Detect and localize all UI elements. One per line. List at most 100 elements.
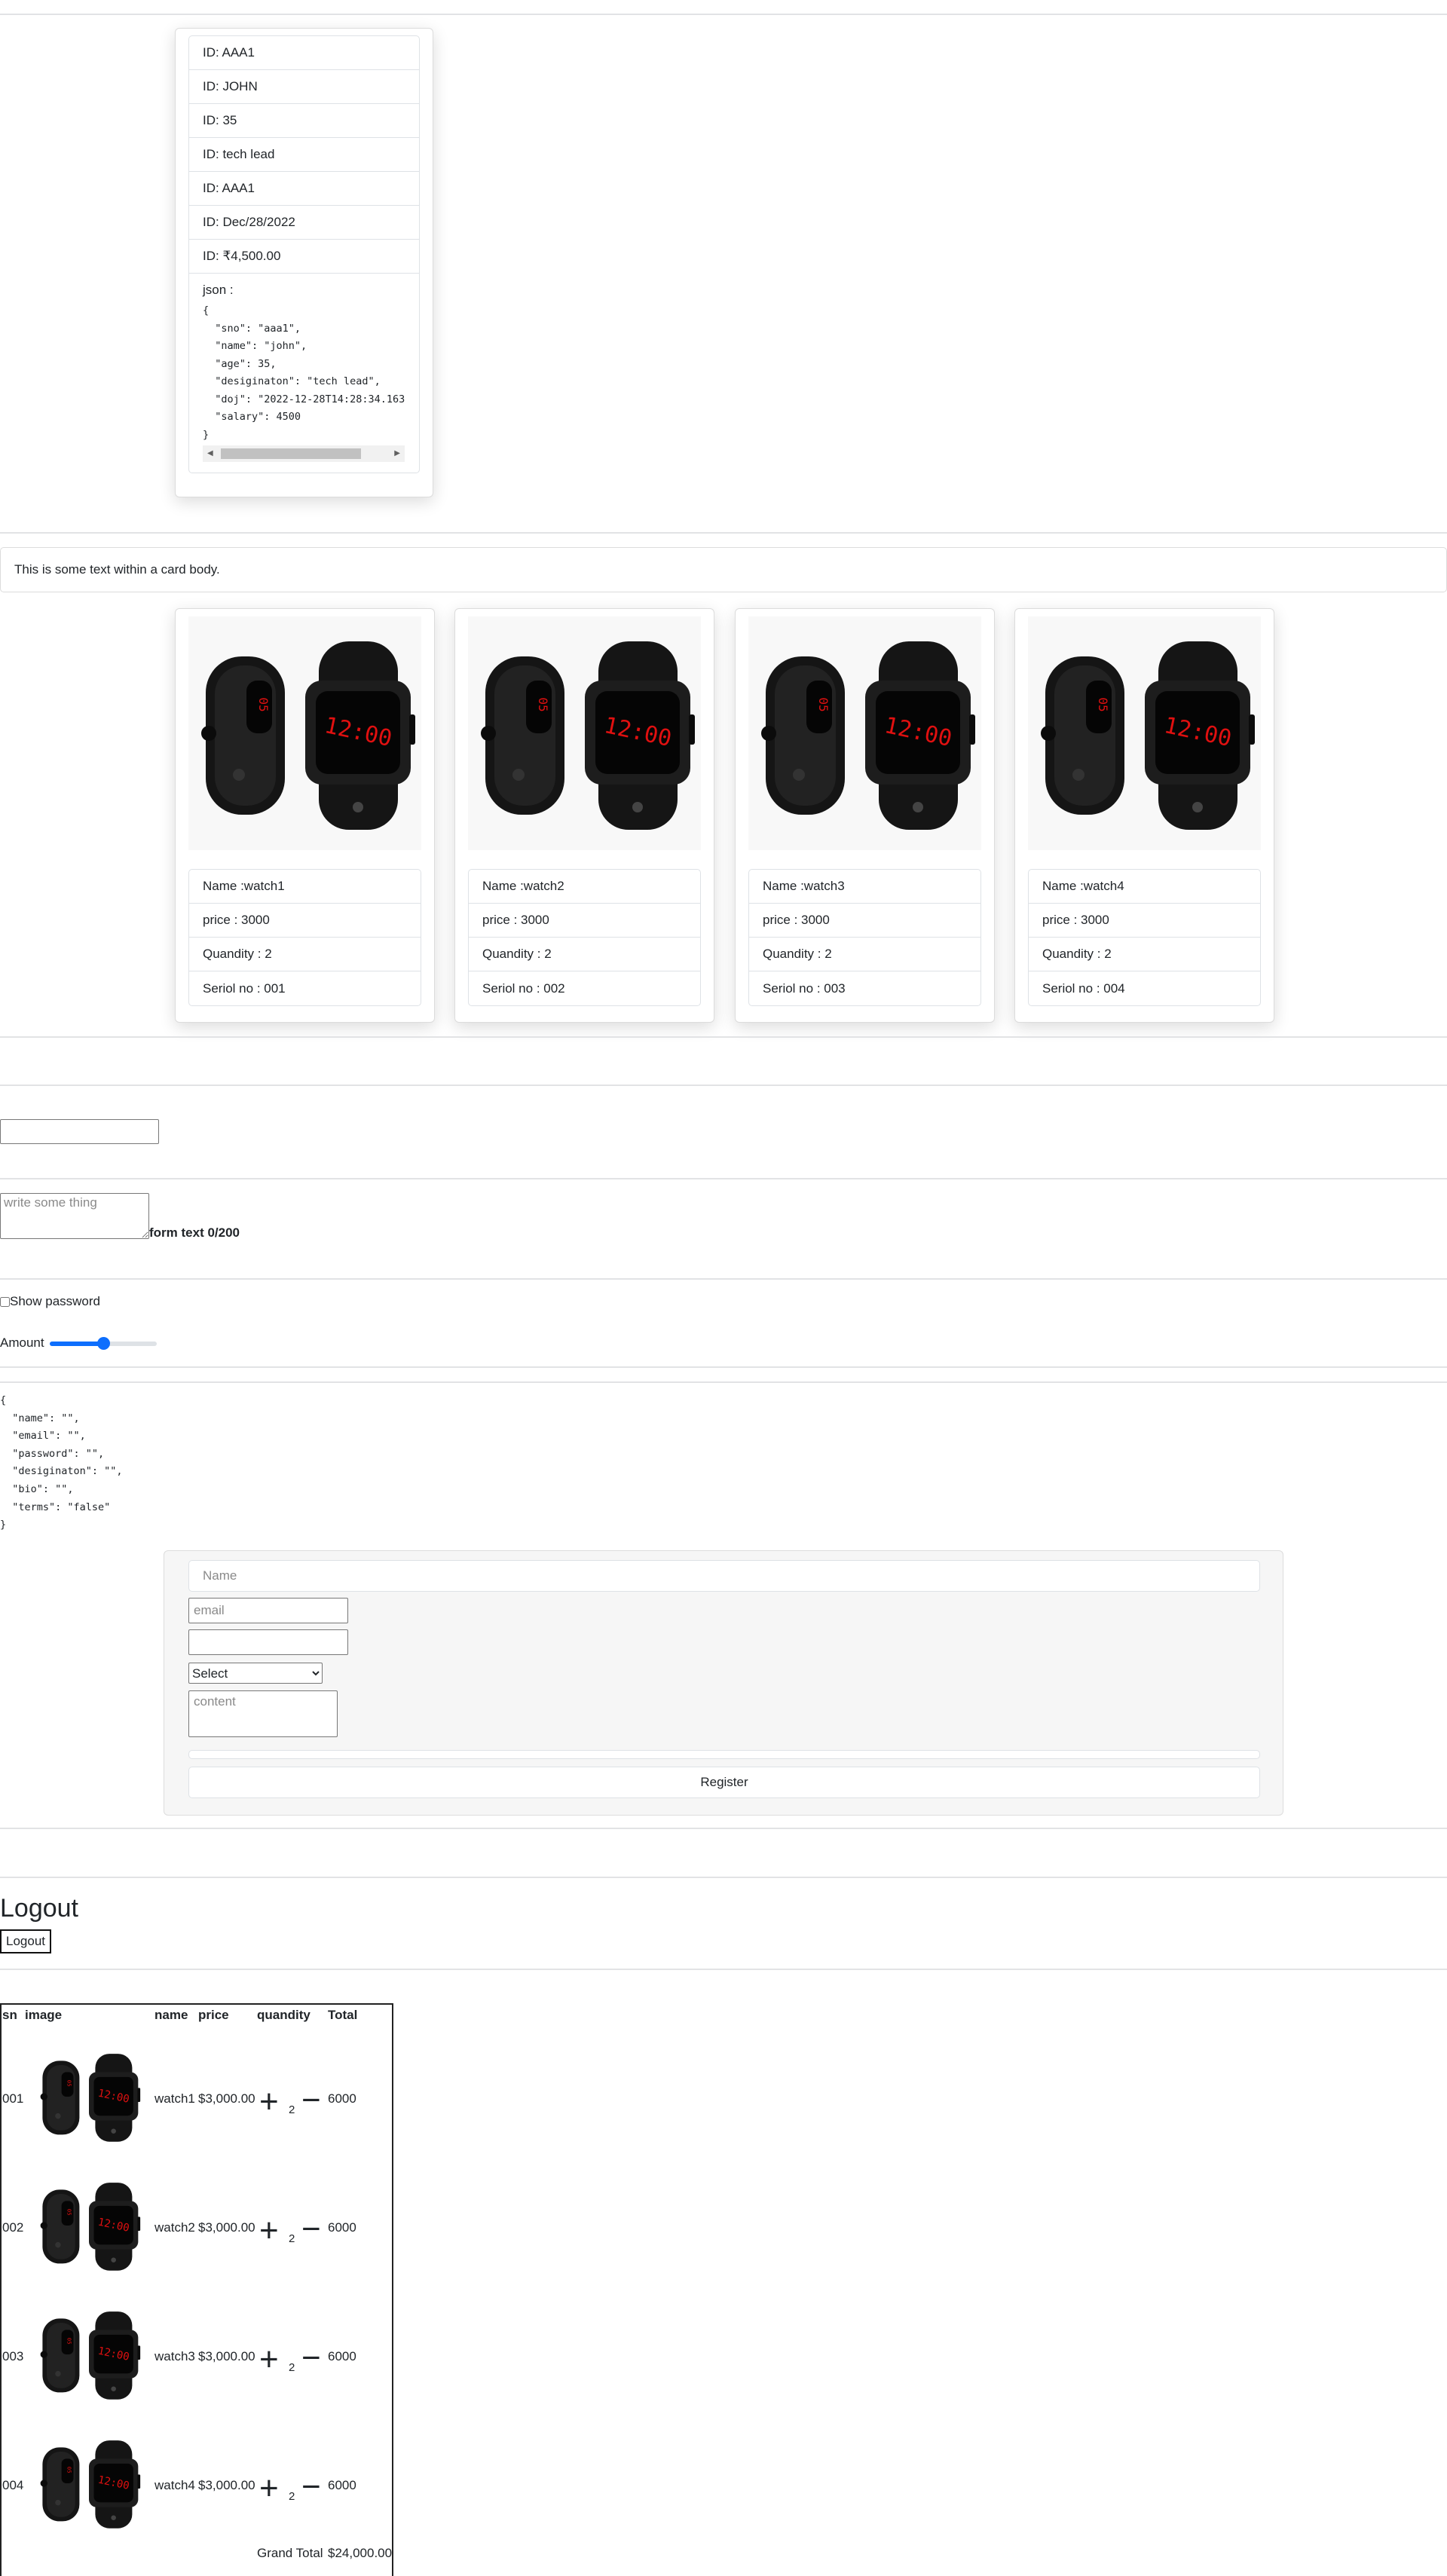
- cart-price: $3,000.00: [198, 2478, 255, 2492]
- product-name: Name :watch3: [749, 870, 980, 904]
- cart-name: watch2: [154, 2220, 195, 2235]
- cart-image: 05 12:00: [25, 2173, 153, 2282]
- divider: [0, 1278, 1447, 1280]
- show-password-checkbox[interactable]: [0, 1296, 10, 1307]
- employee-sno: ID: AAA1: [189, 36, 419, 70]
- header-price: price: [198, 2008, 229, 2022]
- product-details: Name :watch1 price : 3000 Quandity : 2 Seri…: [188, 869, 421, 1006]
- header-total: Total: [328, 2008, 358, 2022]
- svg-text:05: 05: [66, 2209, 73, 2216]
- amount-slider-fill: [50, 1342, 103, 1346]
- watch-image: 0512:00: [40, 2440, 141, 2529]
- name-input[interactable]: Name: [188, 1560, 1260, 1592]
- product-name: Name :watch2: [469, 870, 700, 904]
- product-image: 05 12:00: [748, 616, 981, 850]
- product-serial: Seriol no : 002: [482, 981, 565, 996]
- scroll-thumb[interactable]: [221, 448, 361, 459]
- header-quantity: quandity: [257, 2008, 311, 2022]
- svg-text:05: 05: [66, 2467, 73, 2474]
- product-quantity: Quandity : 2: [749, 938, 980, 971]
- watch-image: 0512:00: [760, 641, 975, 830]
- text-input[interactable]: [0, 1119, 159, 1144]
- password-input[interactable]: [188, 1629, 348, 1655]
- employee-doj: ID: Dec/28/2022: [189, 206, 419, 240]
- minus-icon[interactable]: −: [301, 2084, 321, 2117]
- horizontal-scrollbar[interactable]: ◀ ▶: [203, 445, 405, 462]
- form-text-counter: form text 0/200: [149, 1225, 240, 1240]
- plus-icon[interactable]: +: [259, 2472, 279, 2505]
- divider: [0, 1877, 1447, 1878]
- minus-icon[interactable]: −: [301, 2342, 321, 2375]
- watch-image: 0512:00: [40, 2054, 141, 2142]
- cart-image: 05 12:00: [25, 2044, 153, 2153]
- employee-salary: ID: ₹4,500.00: [189, 240, 419, 274]
- cart-total: 6000: [328, 2478, 356, 2492]
- product-name: Name :watch1: [189, 870, 421, 904]
- show-password-label: Show password: [10, 1294, 101, 1308]
- product-serial: Seriol no : 001: [203, 981, 286, 996]
- form-state-json: { "name": "", "email": "", "password": "…: [0, 1394, 123, 1531]
- divider: [0, 1828, 1447, 1829]
- grand-total-value: $24,000.00: [328, 2546, 393, 2560]
- divider: [0, 532, 1447, 534]
- product-card: 05 12:00 Name :watch1 price : 3000 Quandity …: [175, 608, 435, 1023]
- designation-select[interactable]: Select: [188, 1663, 323, 1684]
- minus-icon[interactable]: −: [301, 2213, 321, 2246]
- watch-image: 0512:00: [480, 641, 695, 830]
- divider: [0, 1178, 1447, 1179]
- register-button[interactable]: Register: [188, 1767, 1260, 1798]
- comment-textarea[interactable]: [0, 1193, 149, 1239]
- terms-bar[interactable]: [188, 1750, 1260, 1759]
- email-input[interactable]: email: [188, 1598, 348, 1623]
- svg-text:05: 05: [1096, 697, 1110, 711]
- cart-total: 6000: [328, 2091, 356, 2106]
- cart-price: $3,000.00: [198, 2349, 255, 2363]
- divider: [0, 1381, 1447, 1383]
- plus-icon[interactable]: +: [259, 2214, 279, 2247]
- product-serial: Seriol no : 003: [763, 981, 846, 996]
- text-card: This is some text within a card body.: [0, 547, 1447, 592]
- watch-image: 0512:00: [40, 2183, 141, 2271]
- cart-name: watch3: [154, 2349, 195, 2363]
- cart-quantity: 2: [289, 2232, 295, 2245]
- scroll-right-icon[interactable]: ▶: [394, 448, 400, 459]
- cart-image: 05 12:00: [25, 2431, 153, 2540]
- register-form: Name email Select content Register: [164, 1550, 1283, 1816]
- json-label: json :: [203, 283, 234, 297]
- employee-card: ID: AAA1 ID: JOHN ID: 35 ID: tech lead I…: [175, 28, 433, 497]
- divider: [0, 1085, 1447, 1086]
- scroll-left-icon[interactable]: ◀: [207, 448, 213, 459]
- product-card: 05 12:00 Name :watch4 price : 3000 Quandity …: [1014, 608, 1274, 1023]
- employee-designation: ID: tech lead: [189, 138, 419, 172]
- product-quantity: Quandity : 2: [469, 938, 700, 971]
- product-name: Name :watch4: [1029, 870, 1260, 904]
- product-quantity: Quandity : 2: [189, 938, 421, 971]
- show-password-row: Show password: [0, 1294, 100, 1309]
- product-details: Name :watch3 price : 3000 Quandity : 2 Seri…: [748, 869, 981, 1006]
- product-serial: Seriol no : 004: [1042, 981, 1125, 996]
- cart-sn: 001: [2, 2091, 24, 2106]
- svg-text:05: 05: [66, 2080, 73, 2087]
- logout-button[interactable]: Logout: [0, 1929, 51, 1953]
- plus-icon[interactable]: +: [259, 2085, 279, 2119]
- cart-sn: 002: [2, 2220, 24, 2235]
- cart-name: watch1: [154, 2091, 195, 2106]
- text-card-body: This is some text within a card body.: [14, 562, 220, 577]
- watch-image: 0512:00: [200, 641, 415, 830]
- header-name: name: [154, 2008, 188, 2022]
- svg-text:05: 05: [66, 2338, 73, 2345]
- cart-price: $3,000.00: [198, 2220, 255, 2235]
- content-textarea[interactable]: content: [188, 1690, 338, 1737]
- minus-icon[interactable]: −: [301, 2470, 321, 2504]
- divider: [0, 1036, 1447, 1038]
- plus-icon[interactable]: +: [259, 2343, 279, 2376]
- product-card: 05 12:00 Name :watch3 price : 3000 Quandity …: [735, 608, 995, 1023]
- product-image: 05 12:00: [1028, 616, 1261, 850]
- cart-quantity: 2: [289, 2490, 295, 2503]
- svg-text:05: 05: [536, 697, 550, 711]
- employee-list: ID: AAA1 ID: JOHN ID: 35 ID: tech lead I…: [188, 35, 420, 473]
- amount-slider-thumb[interactable]: [97, 1337, 110, 1350]
- product-quantity: Quandity : 2: [1029, 938, 1260, 971]
- cart-sn: 003: [2, 2349, 24, 2363]
- svg-text:05: 05: [816, 697, 831, 711]
